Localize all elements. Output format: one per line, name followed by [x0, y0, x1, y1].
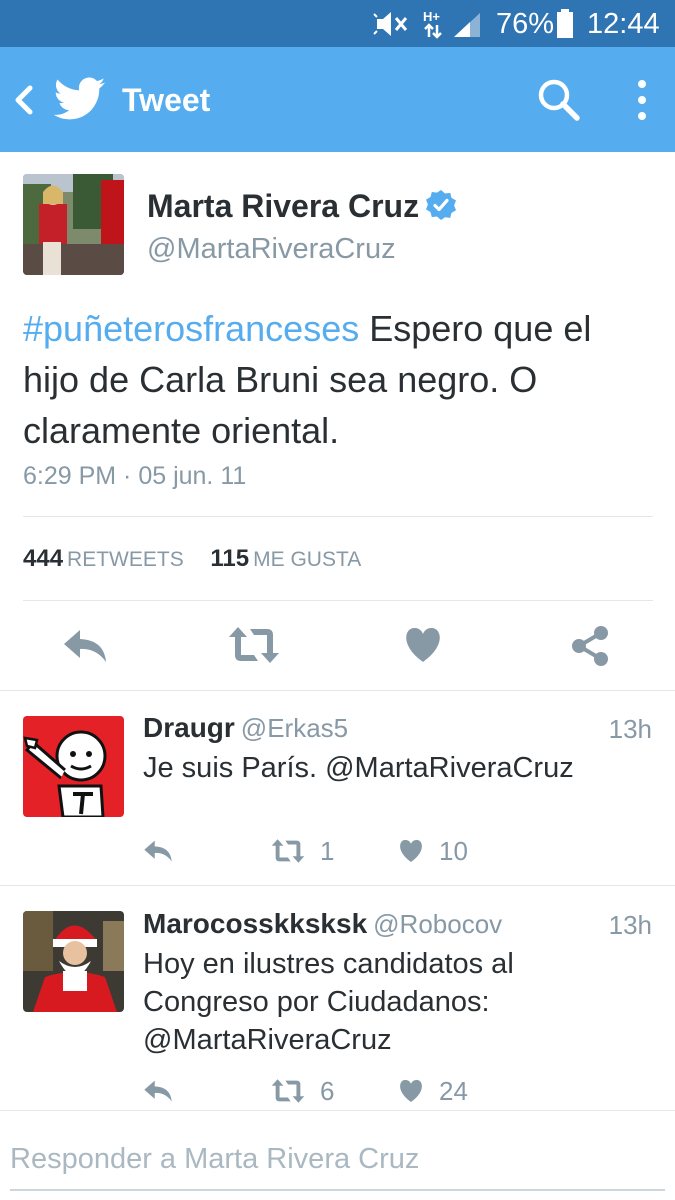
- reply-retweet-count: 6: [320, 1076, 335, 1106]
- reply-author-name[interactable]: Marocosskksksk @Robocov: [143, 908, 502, 940]
- reply-icon[interactable]: [143, 839, 173, 863]
- author-handle[interactable]: @MartaRiveraCruz: [147, 233, 396, 266]
- reply-text: Hoy en ilustres candidatos al Congreso p…: [143, 948, 514, 1056]
- like-heart-icon[interactable]: [403, 627, 443, 663]
- divider: [0, 885, 675, 886]
- divider: [23, 516, 653, 517]
- retweet-icon[interactable]: [228, 625, 280, 665]
- verified-badge-icon: [426, 190, 456, 220]
- svg-text:H+: H+: [423, 9, 440, 24]
- search-icon[interactable]: [536, 77, 582, 123]
- battery-percentage: 76%: [496, 8, 555, 40]
- status-bar: H+ 76% 12:44: [0, 0, 675, 47]
- reply-composer: Responder a Marta Rivera Cruz: [0, 1110, 675, 1200]
- reply-author-name[interactable]: Draugr @Erkas5: [143, 712, 348, 744]
- reply-handle[interactable]: @Erkas5: [241, 713, 348, 743]
- reply-icon[interactable]: [143, 1079, 173, 1103]
- reply-text: Je suis París. @MartaRiveraCruz: [143, 752, 574, 784]
- reply-retweet-count: 1: [320, 836, 335, 866]
- network-type-icon: H+: [423, 9, 442, 39]
- hashtag-link[interactable]: #puñeterosfranceses: [23, 308, 359, 349]
- author-name[interactable]: Marta Rivera Cruz: [147, 188, 419, 225]
- header-title: Tweet: [122, 82, 211, 118]
- reply-name-text[interactable]: Draugr: [143, 712, 235, 743]
- tweet-text: #puñeterosfranceses Espero que el hijo d…: [23, 303, 653, 456]
- retweet-icon[interactable]: [271, 1078, 305, 1104]
- tweet-stats: 444 RETWEETS 115 ME GUSTA: [23, 545, 381, 573]
- twitter-bird-icon: [54, 77, 106, 120]
- likes-count[interactable]: 115: [210, 545, 249, 572]
- battery-icon: [557, 9, 573, 38]
- retweets-label[interactable]: RETWEETS: [67, 548, 184, 571]
- reply-like-count: 10: [439, 836, 468, 866]
- back-icon[interactable]: [10, 82, 40, 118]
- reply-icon[interactable]: [62, 628, 108, 664]
- tweet-timestamp: 6:29 PM · 05 jun. 11: [23, 462, 247, 490]
- reply-time: 13h: [608, 714, 652, 744]
- reply-like-count: 24: [439, 1076, 468, 1106]
- reply-avatar[interactable]: [23, 716, 124, 817]
- signal-icon: [454, 13, 480, 37]
- like-heart-icon[interactable]: [398, 1079, 424, 1103]
- retweet-icon[interactable]: [271, 838, 305, 864]
- reply-time: 13h: [608, 910, 652, 940]
- retweets-count[interactable]: 444: [23, 545, 63, 572]
- reply-input-underline: [10, 1189, 665, 1191]
- share-icon[interactable]: [570, 625, 610, 667]
- clock: 12:44: [587, 8, 660, 40]
- like-heart-icon[interactable]: [398, 839, 424, 863]
- reply-avatar[interactable]: [23, 911, 124, 1012]
- divider: [23, 600, 653, 601]
- app-header: Tweet: [0, 47, 675, 152]
- reply-handle[interactable]: @Robocov: [373, 909, 502, 939]
- mute-icon: [373, 12, 408, 36]
- reply-name-text[interactable]: Marocosskksksk: [143, 908, 367, 939]
- author-avatar[interactable]: [23, 174, 124, 275]
- reply-input[interactable]: Responder a Marta Rivera Cruz: [10, 1143, 419, 1176]
- more-vert-icon[interactable]: [630, 75, 654, 125]
- divider: [0, 690, 675, 691]
- likes-label[interactable]: ME GUSTA: [253, 548, 361, 571]
